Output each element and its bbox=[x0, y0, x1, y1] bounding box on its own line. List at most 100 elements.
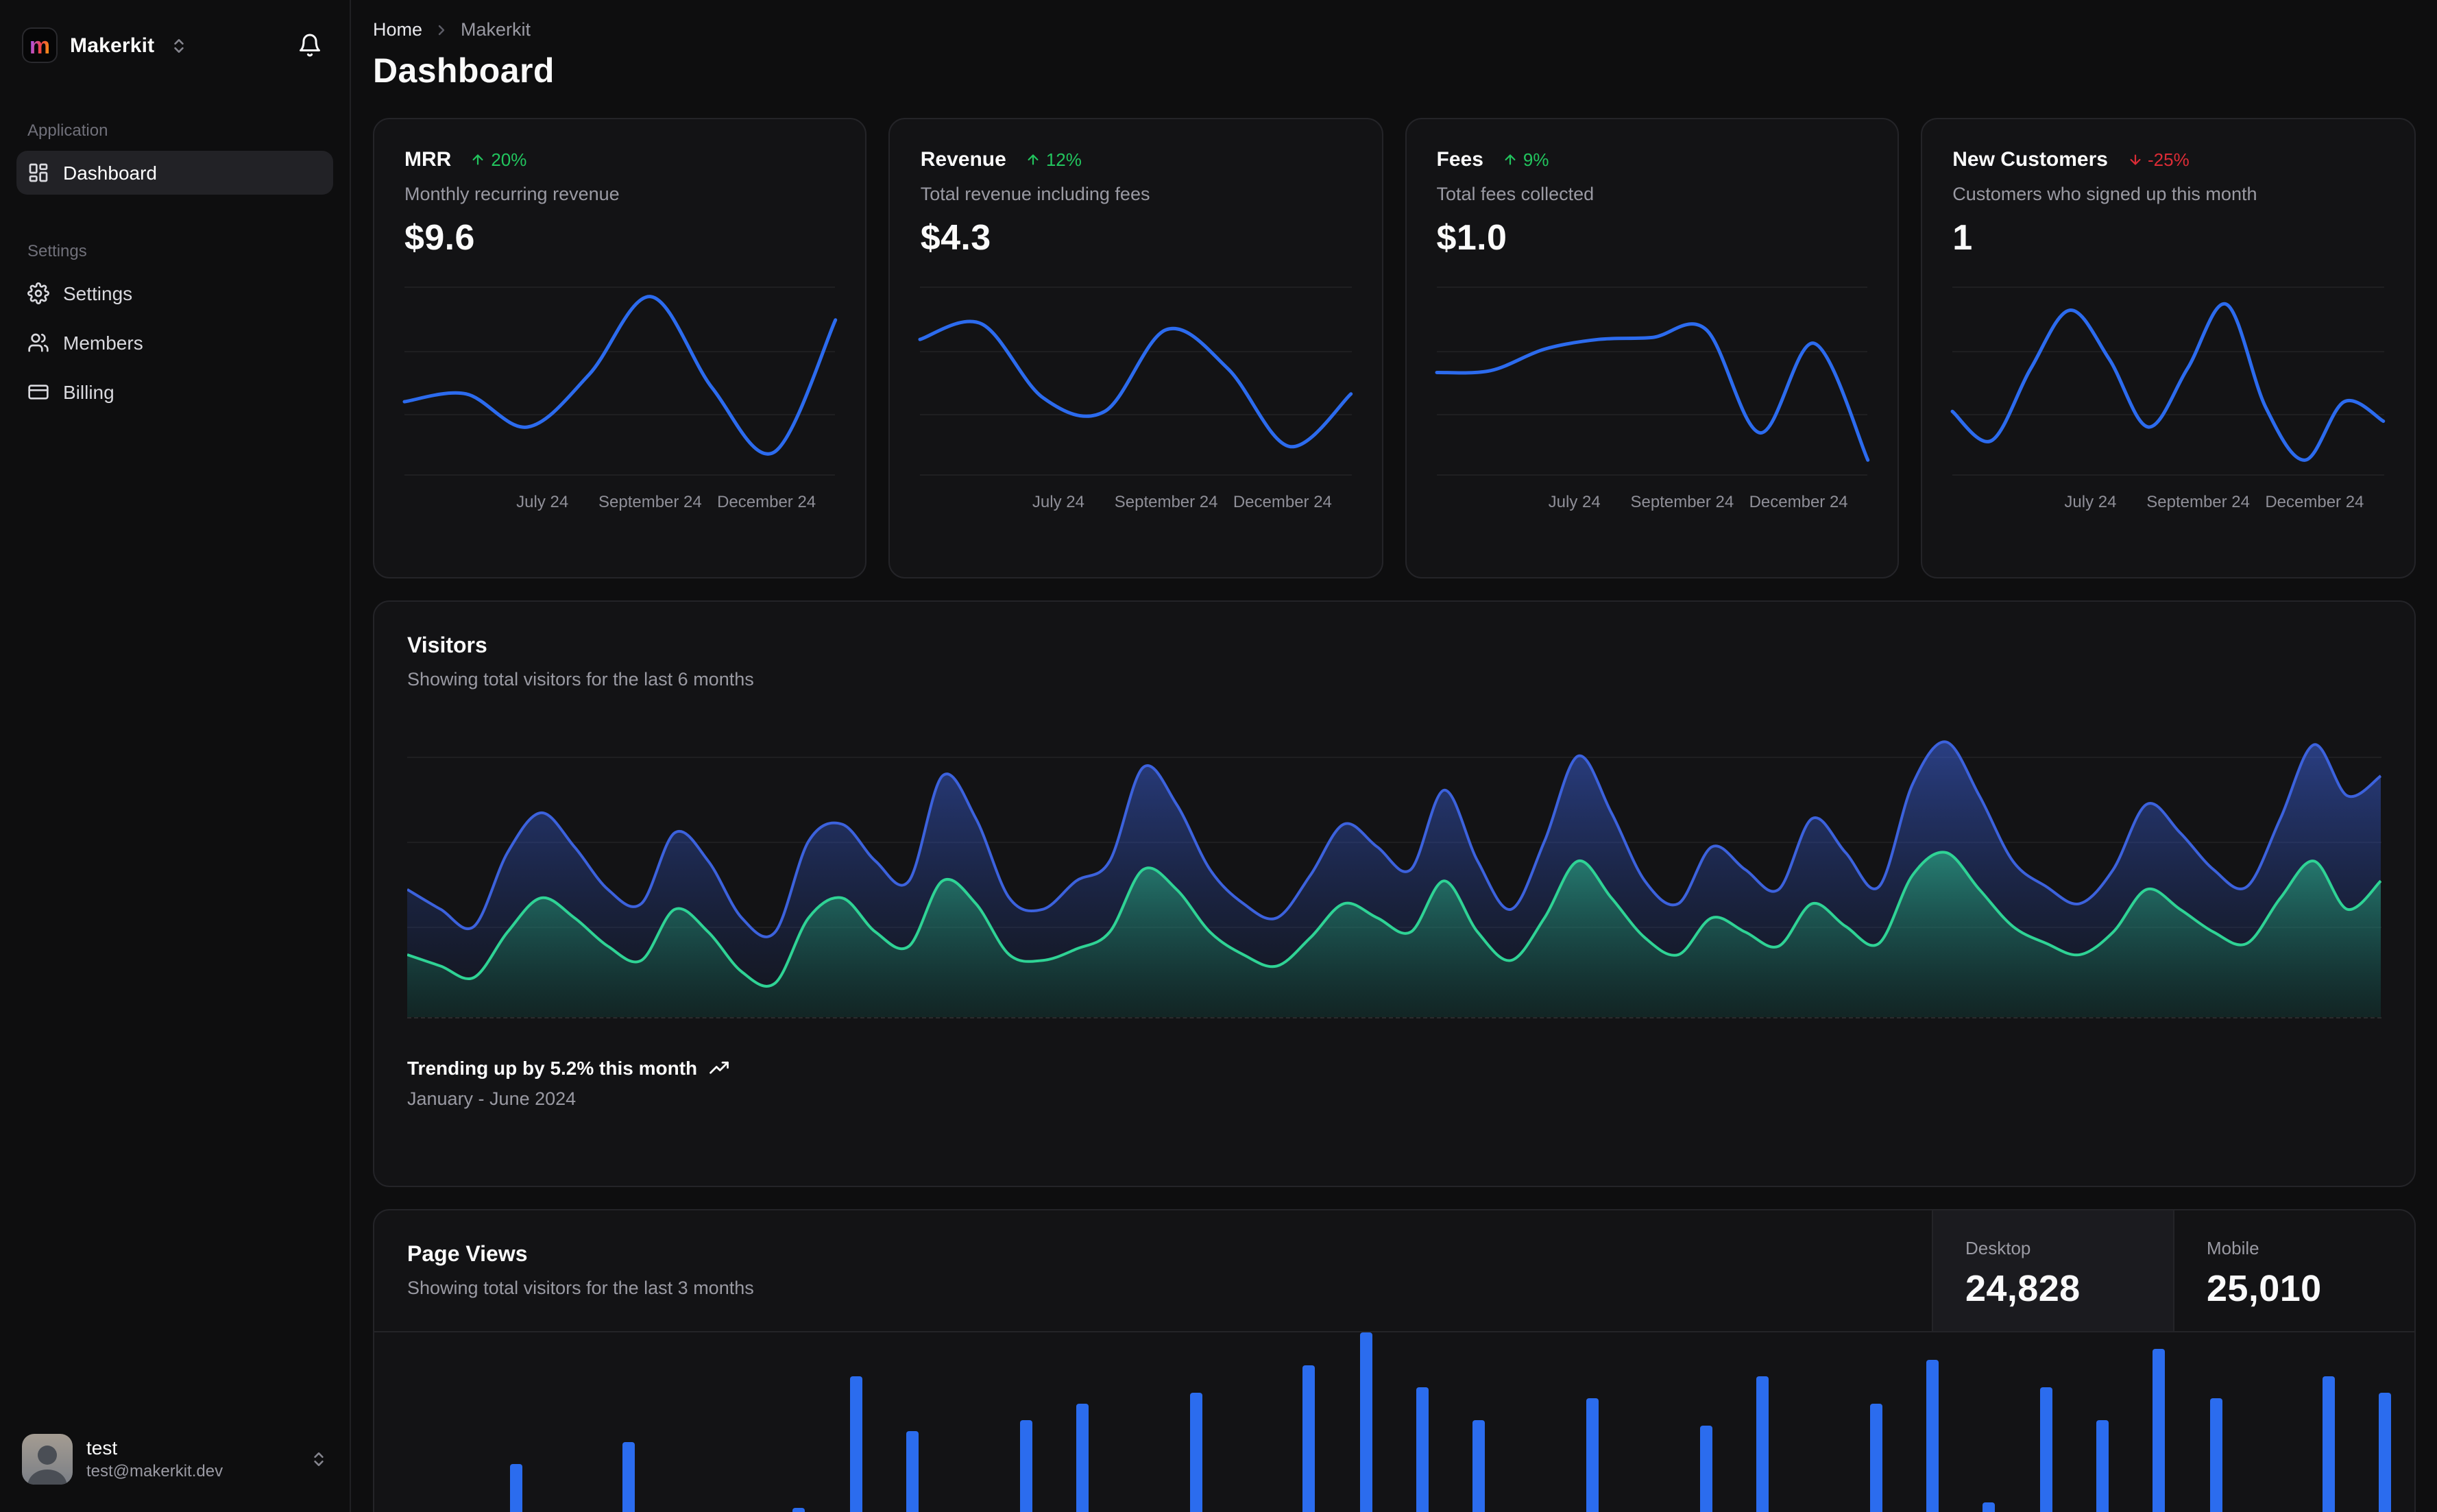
stat-trend: -25% bbox=[2127, 149, 2190, 170]
visitors-area-chart bbox=[407, 733, 2381, 1019]
sidebar-section-application: Application bbox=[27, 121, 108, 140]
stat-value: $1.0 bbox=[1436, 217, 1507, 258]
stat-value: $9.6 bbox=[404, 217, 475, 258]
page-views-bar bbox=[1756, 1376, 1769, 1512]
sidebar-item-dashboard[interactable]: Dashboard bbox=[16, 151, 333, 195]
stat-value: 1 bbox=[1952, 217, 1973, 258]
toggle-mobile-label: Mobile bbox=[2207, 1238, 2259, 1258]
chevrons-up-down-icon bbox=[169, 36, 187, 54]
stat-description: Total fees collected bbox=[1436, 184, 1595, 204]
sidebar-item-label: Dashboard bbox=[63, 162, 157, 184]
page-views-bar bbox=[1472, 1420, 1486, 1512]
stat-title: Fees bbox=[1436, 148, 1483, 171]
page-views-bar bbox=[2153, 1349, 2166, 1512]
fees-sparkline-chart bbox=[1437, 281, 1868, 476]
stat-title: New Customers bbox=[1952, 148, 2108, 171]
page-views-bar bbox=[2039, 1387, 2052, 1512]
stat-description: Customers who signed up this month bbox=[1952, 184, 2257, 204]
gear-icon bbox=[27, 282, 49, 304]
app-window: m Makerkit Application Dashboard Setting… bbox=[0, 0, 2437, 1512]
user-avatar bbox=[22, 1434, 73, 1485]
stat-card-fees: Fees 9% Total fees collected $1.0 July 2… bbox=[1405, 118, 1900, 578]
stat-trend: 9% bbox=[1503, 149, 1549, 170]
sidebar-item-label: Settings bbox=[63, 282, 133, 304]
sidebar-item-members[interactable]: Members bbox=[16, 321, 333, 365]
page-views-bar bbox=[1359, 1332, 1372, 1512]
page-views-bar bbox=[1076, 1404, 1089, 1512]
page-views-bar bbox=[509, 1464, 522, 1512]
sidebar-item-label: Billing bbox=[63, 381, 114, 403]
trend-up-arrow-icon bbox=[1503, 152, 1518, 167]
toggle-desktop-value: 24,828 bbox=[1965, 1268, 2081, 1309]
mrr-sparkline-chart bbox=[404, 281, 836, 476]
page-views-bar bbox=[1019, 1420, 1032, 1512]
breadcrumb: Home Makerkit bbox=[373, 19, 2415, 40]
toggle-desktop-label: Desktop bbox=[1965, 1238, 2031, 1258]
page-views-bar bbox=[622, 1442, 635, 1512]
page-views-subtitle: Showing total visitors for the last 3 mo… bbox=[407, 1278, 754, 1298]
page-views-header: Page Views Showing total visitors for th… bbox=[374, 1210, 2414, 1332]
page-views-bar bbox=[906, 1431, 919, 1512]
sidebar-item-label: Members bbox=[63, 332, 143, 354]
sidebar-item-settings[interactable]: Settings bbox=[16, 271, 333, 315]
chevrons-up-down-icon bbox=[310, 1450, 328, 1468]
page-views-bar bbox=[1586, 1398, 1599, 1512]
toggle-mobile-value: 25,010 bbox=[2207, 1268, 2322, 1309]
trend-up-arrow-icon bbox=[470, 152, 485, 167]
visitors-trend-text: Trending up by 5.2% this month bbox=[407, 1057, 698, 1079]
notifications-bell-icon[interactable] bbox=[292, 27, 328, 63]
page-views-bar bbox=[1926, 1360, 1939, 1512]
stat-trend: 20% bbox=[470, 149, 526, 170]
breadcrumb-current: Makerkit bbox=[461, 19, 531, 40]
main-content: Home Makerkit Dashboard MRR 20% Monthly … bbox=[351, 0, 2437, 1512]
page-views-bar bbox=[1416, 1387, 1429, 1512]
visitors-title: Visitors bbox=[407, 635, 487, 658]
user-name: test bbox=[86, 1437, 118, 1459]
makerkit-logo: m bbox=[22, 27, 58, 63]
page-views-bar bbox=[1869, 1404, 1882, 1512]
page-views-bar bbox=[2096, 1420, 2109, 1512]
visitors-subtitle: Showing total visitors for the last 6 mo… bbox=[407, 669, 754, 690]
stat-card-mrr: MRR 20% Monthly recurring revenue $9.6 J… bbox=[373, 118, 867, 578]
credit-card-icon bbox=[27, 381, 49, 403]
breadcrumb-home-link[interactable]: Home bbox=[373, 19, 422, 40]
visitors-footer: Trending up by 5.2% this month January -… bbox=[407, 1057, 2381, 1109]
page-views-card: Page Views Showing total visitors for th… bbox=[373, 1209, 2415, 1512]
new-customers-sparkline-chart bbox=[1952, 281, 2384, 476]
x-axis-labels: July 24 September 24 December 24 bbox=[516, 492, 816, 511]
page-views-bar bbox=[2209, 1398, 2222, 1512]
page-views-bar bbox=[1699, 1426, 1712, 1512]
page-views-bar bbox=[792, 1508, 805, 1512]
revenue-sparkline-chart bbox=[921, 281, 1352, 476]
x-axis-labels: July 24 September 24 December 24 bbox=[1548, 492, 1848, 511]
users-icon bbox=[27, 332, 49, 354]
visitors-card: Visitors Showing total visitors for the … bbox=[373, 600, 2415, 1187]
page-views-title: Page Views bbox=[407, 1243, 528, 1267]
user-info: test test@makerkit.dev bbox=[86, 1437, 223, 1482]
stat-description: Total revenue including fees bbox=[920, 184, 1150, 204]
workspace-name: Makerkit bbox=[70, 34, 155, 57]
stat-trend: 12% bbox=[1026, 149, 1082, 170]
page-views-bar-chart bbox=[396, 1332, 2392, 1512]
trend-down-arrow-icon bbox=[2127, 152, 2142, 167]
stat-card-new-customers: New Customers -25% Customers who signed … bbox=[1921, 118, 2415, 578]
user-menu[interactable]: test test@makerkit.dev bbox=[16, 1426, 333, 1493]
x-axis-labels: July 24 September 24 December 24 bbox=[2064, 492, 2364, 511]
layout-dashboard-icon bbox=[27, 162, 49, 184]
page-views-bar bbox=[849, 1376, 862, 1512]
x-axis-labels: July 24 September 24 December 24 bbox=[1032, 492, 1332, 511]
page-views-bar bbox=[1302, 1365, 1316, 1512]
sidebar-item-billing[interactable]: Billing bbox=[16, 370, 333, 414]
page-views-bar bbox=[1983, 1502, 1996, 1512]
toggle-desktop[interactable]: Desktop 24,828 bbox=[1931, 1210, 2172, 1331]
workspace-selector[interactable]: m Makerkit bbox=[16, 16, 333, 74]
page-views-bar bbox=[2323, 1376, 2336, 1512]
stats-grid: MRR 20% Monthly recurring revenue $9.6 J… bbox=[373, 118, 2415, 578]
stat-description: Monthly recurring revenue bbox=[404, 184, 620, 204]
sidebar: m Makerkit Application Dashboard Setting… bbox=[0, 0, 351, 1512]
page-title: Dashboard bbox=[373, 52, 555, 90]
stat-value: $4.3 bbox=[920, 217, 991, 258]
stat-card-revenue: Revenue 12% Total revenue including fees… bbox=[888, 118, 1383, 578]
toggle-mobile[interactable]: Mobile 25,010 bbox=[2172, 1210, 2414, 1331]
logo-letter: m bbox=[29, 32, 51, 58]
